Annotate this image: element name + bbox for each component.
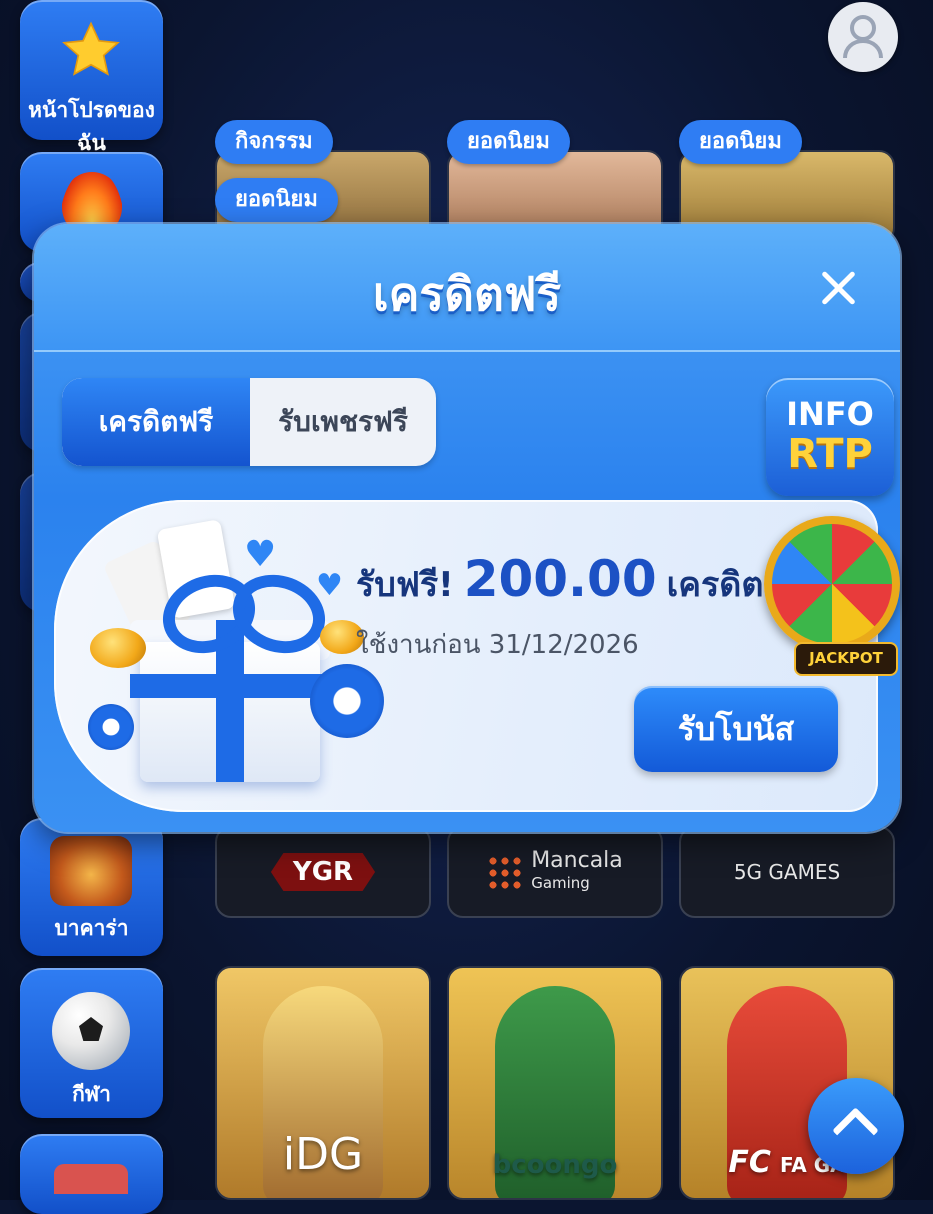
popular-tag: ยอดนิยม <box>447 120 570 164</box>
user-avatar-button[interactable] <box>828 2 898 72</box>
provider-tile-idg[interactable]: iDG <box>215 966 431 1200</box>
gift-box-icon: ♥ ♥ <box>88 519 384 794</box>
close-icon[interactable] <box>816 266 860 310</box>
bonus-amount: 200.00 <box>463 550 657 608</box>
free-credit-modal: เครดิตฟรี เครดิตฟรี รับเพชรฟรี INFO RTP … <box>34 224 900 832</box>
star-icon <box>62 21 120 76</box>
activity-tag: กิจกรรม <box>215 120 333 164</box>
modal-header: เครดิตฟรี <box>34 224 900 352</box>
provider-name: 5G GAMES <box>733 860 841 884</box>
user-icon <box>843 15 883 59</box>
sidebar-item-label: กีฬา <box>72 1082 111 1106</box>
provider-name: bcoongo <box>492 1150 618 1180</box>
provider-tile-booongo[interactable]: bcoongo <box>447 966 663 1200</box>
tab-free-diamonds[interactable]: รับเพชรฟรี <box>250 378 436 466</box>
modal-tabs: เครดิตฟรี รับเพชรฟรี <box>62 378 436 466</box>
provider-subname: Gaming <box>531 874 590 892</box>
soccer-ball-icon <box>52 992 130 1070</box>
bonus-prefix: รับฟรี! <box>356 565 454 605</box>
popular-tag: ยอดนิยม <box>679 120 802 164</box>
rtp-label-line1: INFO <box>786 395 874 433</box>
sidebar-item-label: บาคาร่า <box>54 916 129 940</box>
provider-name: iDG <box>282 1129 364 1180</box>
mancala-logo-icon <box>487 855 522 889</box>
jackpot-label: JACKPOT <box>794 642 898 676</box>
provider-name: Mancala <box>531 848 623 873</box>
bonus-card: ♥ ♥ รับฟรี! 200.00 เครดิต ใช้งานก่อน 31/12… <box>54 500 878 812</box>
provider-tile-mancala[interactable]: Mancala Gaming <box>447 826 663 918</box>
tab-free-credit[interactable]: เครดิตฟรี <box>62 378 250 466</box>
provider-tile-ygr[interactable]: YGR <box>215 826 431 918</box>
sidebar-item-baccarat[interactable]: บาคาร่า <box>20 818 163 956</box>
provider-logo: YGR <box>270 853 376 891</box>
scroll-to-top-button[interactable] <box>808 1078 904 1174</box>
baccarat-icon <box>50 836 132 906</box>
book-icon <box>54 1164 128 1194</box>
sidebar-item-sports[interactable]: กีฬา <box>20 968 163 1118</box>
fc-logo: FC <box>728 1145 771 1180</box>
bonus-unit: เครดิต <box>666 565 764 605</box>
provider-tile-5g-games[interactable]: 5G GAMES <box>679 826 895 918</box>
popular-tag: ยอดนิยม <box>215 178 338 222</box>
rtp-label-line2: RTP <box>787 431 873 477</box>
info-rtp-button[interactable]: INFO RTP <box>766 378 894 496</box>
bonus-expiry: ใช้งานก่อน 31/12/2026 <box>356 630 639 660</box>
jackpot-wheel-icon[interactable] <box>764 516 900 652</box>
sidebar-item-more[interactable] <box>20 1134 163 1214</box>
claim-bonus-button[interactable]: รับโบนัส <box>634 686 838 772</box>
sidebar-item-label: หน้าโปรดของฉัน <box>28 98 155 155</box>
modal-title: เครดิตฟรี <box>372 267 562 321</box>
sidebar-item-favorites[interactable]: หน้าโปรดของฉัน <box>20 0 163 155</box>
bonus-amount-line: รับฟรี! 200.00 เครดิต <box>356 550 763 611</box>
